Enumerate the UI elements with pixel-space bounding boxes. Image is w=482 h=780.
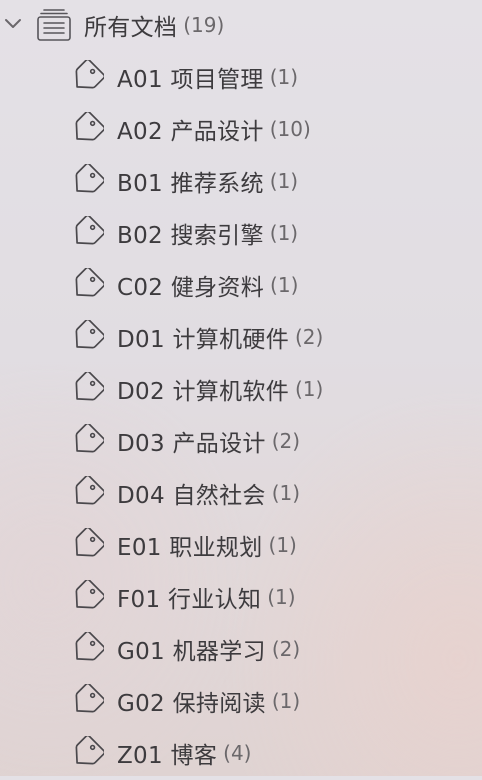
all-documents-label: 所有文档 (84, 15, 178, 41)
tag-icon (75, 684, 104, 713)
tag-label-group: A01 项目管理 (1) (117, 60, 298, 94)
tag-label: D04 自然社会 (117, 483, 266, 509)
tag-icon (75, 372, 104, 401)
tag-icon (75, 320, 104, 349)
tag-label-group: G01 机器学习 (2) (117, 632, 300, 666)
tag-icon (75, 424, 104, 453)
tag-label-group: G02 保持阅读 (1) (117, 684, 300, 718)
all-documents-row[interactable]: 所有文档 (19) (0, 0, 482, 52)
tag-item[interactable]: A02 产品设计 (10) (0, 104, 482, 156)
tag-label: A02 产品设计 (117, 119, 264, 145)
tag-label-group: A02 产品设计 (10) (117, 112, 311, 146)
tag-count: (10) (269, 117, 311, 141)
tag-label-group: D02 计算机软件 (1) (117, 372, 323, 406)
tag-item[interactable]: A01 项目管理 (1) (0, 52, 482, 104)
tag-count: (1) (269, 169, 299, 193)
tag-count: (1) (269, 221, 299, 245)
tag-label-group: B01 推荐系统 (1) (117, 164, 298, 198)
tag-icon (75, 476, 104, 505)
tag-item[interactable]: C02 健身资料 (1) (0, 260, 482, 312)
tag-count: (1) (269, 65, 299, 89)
tag-count: (1) (271, 689, 301, 713)
tag-label: C02 健身资料 (117, 275, 265, 301)
tag-label: D01 计算机硬件 (117, 327, 289, 353)
tag-label: A01 项目管理 (117, 67, 264, 93)
tag-label: B01 推荐系统 (117, 171, 264, 197)
tag-label: B02 搜索引擎 (117, 223, 264, 249)
tag-item[interactable]: G01 机器学习 (2) (0, 624, 482, 676)
tag-label: G02 保持阅读 (117, 691, 266, 717)
tag-item[interactable]: B02 搜索引擎 (1) (0, 208, 482, 260)
tag-label: E01 职业规划 (117, 535, 263, 561)
tag-item[interactable]: G02 保持阅读 (1) (0, 676, 482, 728)
tag-icon (75, 60, 104, 89)
tag-icon (75, 528, 104, 557)
chevron-down-icon[interactable] (4, 17, 22, 31)
tag-item[interactable]: D01 计算机硬件 (2) (0, 312, 482, 364)
tag-icon (75, 268, 104, 297)
tag-count: (1) (271, 481, 301, 505)
tag-item[interactable]: D04 自然社会 (1) (0, 468, 482, 520)
all-documents-label-group: 所有文档 (19) (84, 8, 224, 42)
tag-label-group: D03 产品设计 (2) (117, 424, 300, 458)
tag-label-group: F01 行业认知 (1) (117, 580, 296, 614)
tag-icon (75, 164, 104, 193)
tag-label-group: Z01 博客 (4) (117, 736, 251, 770)
tag-count: (1) (267, 585, 296, 609)
tag-count: (1) (268, 533, 297, 557)
tag-icon (75, 580, 104, 609)
tag-item[interactable]: D02 计算机软件 (1) (0, 364, 482, 416)
tag-label: Z01 博客 (117, 743, 218, 769)
tag-label: D03 产品设计 (117, 431, 266, 457)
tag-item[interactable]: B01 推荐系统 (1) (0, 156, 482, 208)
tag-label: G01 机器学习 (117, 639, 266, 665)
tag-label: D02 计算机软件 (117, 379, 289, 405)
tag-item[interactable]: D03 产品设计 (2) (0, 416, 482, 468)
tag-label-group: D04 自然社会 (1) (117, 476, 300, 510)
tag-label-group: B02 搜索引擎 (1) (117, 216, 298, 250)
tag-icon (75, 112, 104, 141)
documents-stack-icon (37, 9, 71, 41)
tag-item[interactable]: Z01 博客 (4) (0, 728, 482, 780)
tag-icon (75, 216, 104, 245)
tag-icon (75, 632, 104, 661)
tag-label: F01 行业认知 (117, 587, 262, 613)
tag-label-group: C02 健身资料 (1) (117, 268, 298, 302)
tag-count: (4) (223, 741, 252, 765)
tag-item[interactable]: F01 行业认知 (1) (0, 572, 482, 624)
tag-count: (1) (295, 377, 324, 401)
tag-icon (75, 736, 104, 765)
tag-count: (2) (271, 637, 301, 661)
all-documents-count: (19) (183, 13, 225, 37)
tag-count: (2) (271, 429, 301, 453)
tag-list: A01 项目管理 (1) A02 产品设计 (10) B01 推荐系统 (1) (0, 52, 482, 780)
tag-count: (1) (270, 273, 299, 297)
tag-count: (2) (295, 325, 324, 349)
tag-label-group: D01 计算机硬件 (2) (117, 320, 323, 354)
tag-item[interactable]: E01 职业规划 (1) (0, 520, 482, 572)
tag-label-group: E01 职业规划 (1) (117, 528, 297, 562)
